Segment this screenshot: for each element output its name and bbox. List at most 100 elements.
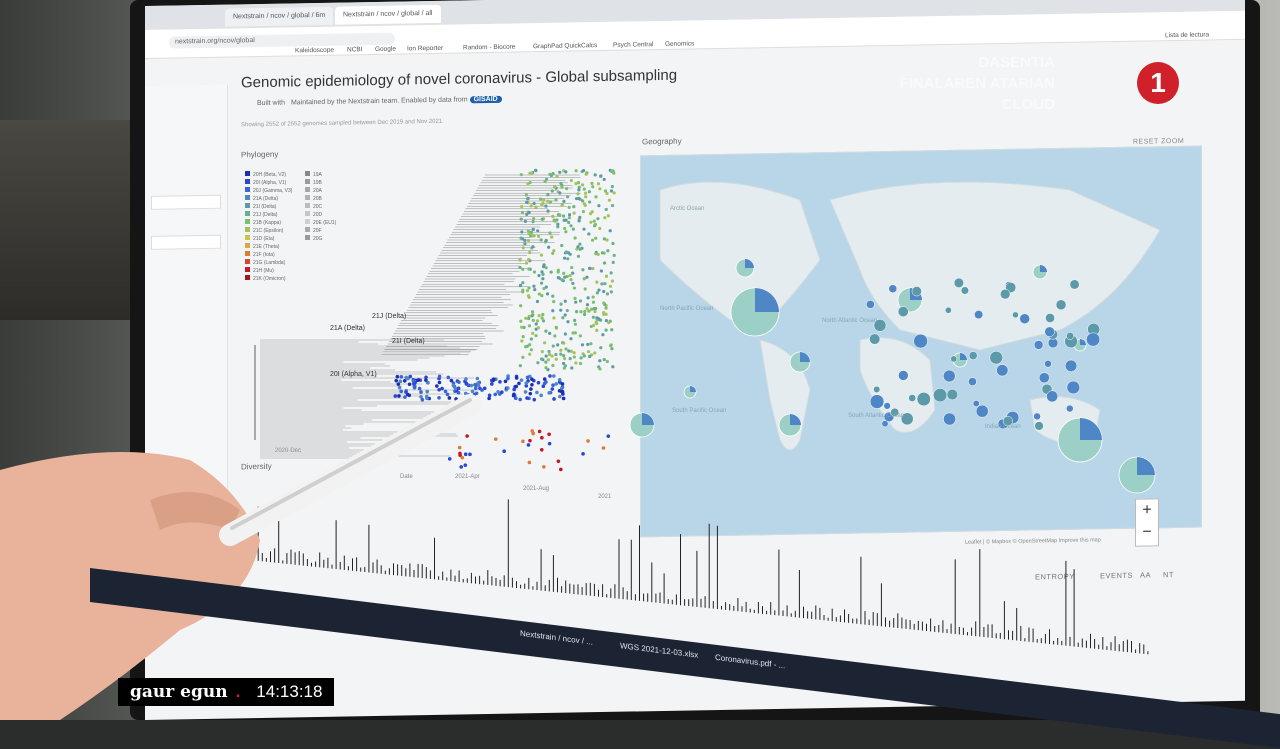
tree-tip bbox=[546, 358, 550, 362]
tree-tip bbox=[559, 308, 563, 312]
tree-tip bbox=[532, 397, 537, 402]
tree-tip bbox=[552, 397, 556, 401]
map-pie bbox=[943, 412, 956, 426]
tree-tip bbox=[605, 359, 609, 364]
tree-tip bbox=[602, 311, 606, 315]
tree-tip bbox=[502, 449, 506, 454]
tree-tip bbox=[500, 390, 504, 394]
tree-tip bbox=[595, 280, 599, 284]
tree-tip bbox=[532, 201, 536, 206]
map-pie bbox=[1064, 359, 1078, 372]
tree-tip bbox=[578, 299, 583, 303]
tree-tip bbox=[604, 306, 608, 310]
tree-tip bbox=[612, 171, 616, 175]
tree-tip bbox=[610, 328, 614, 332]
tree-tip bbox=[551, 294, 555, 298]
map-pie bbox=[1044, 360, 1052, 368]
tree-tip bbox=[424, 378, 428, 382]
tree-tip bbox=[527, 231, 531, 236]
taskbar-item[interactable]: WGS 2021-12-03.xlsx bbox=[620, 641, 698, 660]
tree-tip bbox=[551, 172, 555, 176]
axis-tick-label: 2021-Aug bbox=[523, 486, 549, 492]
tree-tip bbox=[605, 238, 609, 242]
tree-tip bbox=[547, 352, 552, 357]
tree-tip bbox=[465, 434, 469, 438]
tree-tip bbox=[416, 378, 421, 382]
tree-tip bbox=[564, 230, 568, 234]
tree-tip bbox=[544, 329, 548, 333]
map-pie bbox=[1055, 299, 1067, 311]
legend-swatch bbox=[305, 235, 310, 240]
tree-tip bbox=[583, 309, 587, 314]
tree-tip bbox=[540, 316, 544, 320]
tree-tip bbox=[460, 455, 465, 460]
legend-label: 21J (Delta) bbox=[253, 212, 278, 218]
tree-tip bbox=[446, 375, 451, 380]
tree-tip bbox=[528, 391, 533, 396]
pen-body bbox=[219, 394, 481, 546]
tree-tip bbox=[528, 343, 532, 347]
tree-tip bbox=[425, 389, 430, 394]
tree-tip bbox=[435, 384, 439, 388]
tree-tip bbox=[563, 299, 567, 303]
tree-tip bbox=[560, 185, 564, 189]
tree-tip bbox=[589, 220, 593, 224]
tree-tip bbox=[530, 382, 534, 387]
tree-tip bbox=[611, 365, 615, 369]
tree-tip bbox=[544, 238, 548, 243]
tree-tip bbox=[445, 392, 450, 397]
clade-label: 20I (Alpha, V1) bbox=[330, 371, 377, 378]
tree-tip bbox=[528, 438, 532, 443]
tree-tip bbox=[514, 384, 519, 389]
tree-tip bbox=[530, 377, 534, 381]
tree-tip bbox=[551, 363, 555, 368]
tree-tip bbox=[527, 316, 531, 321]
tree-tip bbox=[534, 334, 538, 338]
legend-swatch bbox=[245, 251, 250, 256]
tree-tip bbox=[529, 387, 533, 391]
tree-tip bbox=[540, 435, 544, 440]
tree-tip bbox=[531, 227, 535, 232]
tree-tip bbox=[547, 391, 551, 395]
tree-tip bbox=[464, 377, 468, 381]
legend-swatch bbox=[305, 179, 310, 184]
news-ticker: gaur egun . 14:13:18 bbox=[118, 678, 335, 706]
tree-tip bbox=[607, 321, 611, 325]
tree-tip bbox=[519, 319, 523, 323]
tree-tip bbox=[585, 303, 590, 307]
tree-tip bbox=[593, 351, 597, 355]
map-pie bbox=[953, 277, 964, 288]
axis-tick-label: 2020-Dec bbox=[275, 448, 301, 454]
tree-tip bbox=[596, 217, 600, 221]
tree-tip bbox=[541, 312, 545, 317]
tree-tip bbox=[600, 282, 604, 286]
map-pie bbox=[946, 388, 958, 401]
tree-tip bbox=[521, 281, 525, 285]
tree-tip bbox=[503, 379, 508, 384]
taskbar-item[interactable]: Coronavirus.pdf - ... bbox=[715, 653, 785, 671]
tree-tip bbox=[447, 457, 452, 461]
tree-tip bbox=[603, 216, 607, 220]
tree-tip bbox=[563, 356, 567, 361]
tree-tip bbox=[537, 292, 541, 296]
tree-tip bbox=[595, 328, 599, 332]
taskbar-item[interactable]: Nextstrain / ncov / ... bbox=[520, 629, 593, 647]
tree-tip bbox=[541, 201, 545, 205]
tree-tip bbox=[611, 241, 615, 246]
tree-tip bbox=[443, 389, 448, 394]
tree-tip bbox=[609, 189, 614, 193]
tree-tip bbox=[545, 292, 550, 296]
tree-tip bbox=[609, 271, 613, 275]
tree-tip bbox=[556, 275, 560, 280]
tree-tip bbox=[603, 282, 607, 286]
tree-tip bbox=[551, 309, 555, 313]
tree-tip bbox=[604, 328, 608, 332]
tree-tip bbox=[519, 236, 523, 240]
tree-tip bbox=[534, 322, 538, 326]
legend-swatch bbox=[245, 187, 250, 192]
tree-tip bbox=[529, 348, 534, 352]
axis-title: Date bbox=[400, 474, 413, 480]
tree-tip bbox=[394, 378, 399, 383]
tree-tip bbox=[588, 200, 592, 204]
legend-label: 20D bbox=[313, 212, 323, 218]
